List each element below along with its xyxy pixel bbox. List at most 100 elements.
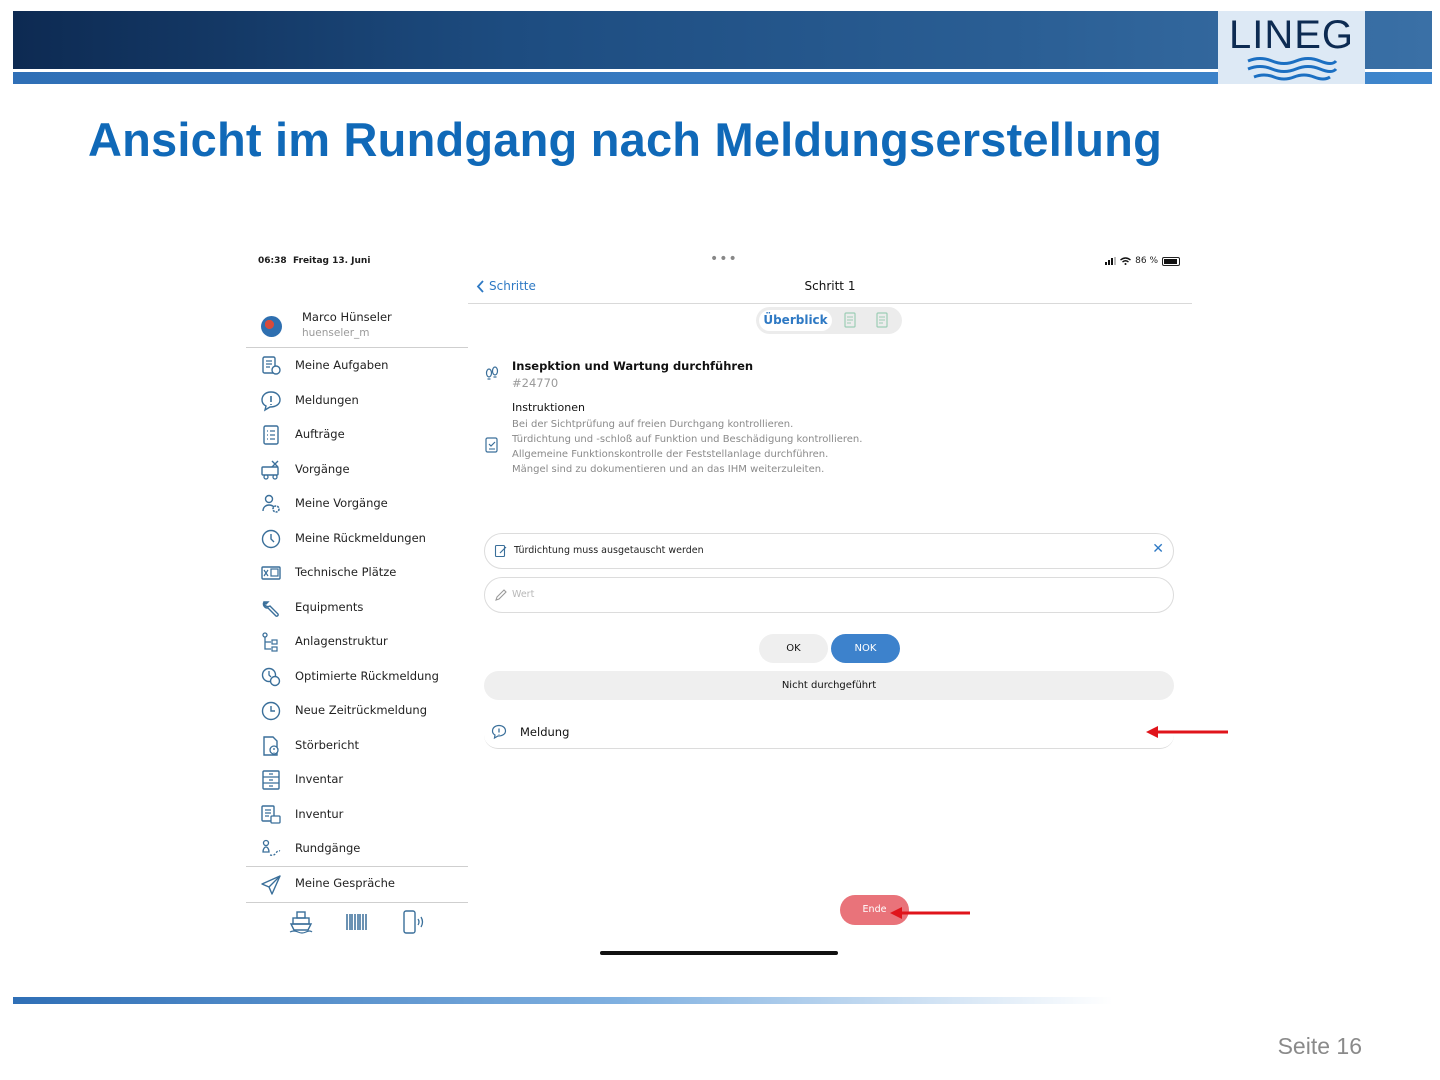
annotation-arrow-ende bbox=[890, 907, 970, 919]
sidebar-item-meine-aufgaben[interactable]: Meine Aufgaben bbox=[246, 348, 468, 383]
sidebar-item-label: Equipments bbox=[295, 599, 364, 614]
ok-button[interactable]: OK bbox=[759, 634, 828, 663]
instruction-line: Allgemeine Funktionskontrolle der Festst… bbox=[512, 449, 829, 460]
sidebar-item-label: Rundgänge bbox=[295, 841, 361, 856]
sidebar-item-anlagenstruktur[interactable]: Anlagenstruktur bbox=[246, 624, 468, 659]
checklist-document-icon bbox=[485, 437, 498, 453]
lineg-logo: LINEG bbox=[1218, 11, 1365, 84]
status-bar: 06:38 Freitag 13. Juni ••• 86 % bbox=[246, 248, 1192, 272]
status-indicators: 86 % bbox=[1105, 256, 1180, 266]
note-input-value: Türdichtung muss ausgetauscht werden bbox=[514, 545, 704, 556]
sidebar-item-label: Anlagenstruktur bbox=[295, 634, 388, 649]
tasks-icon bbox=[262, 356, 281, 375]
page-title: Schritt 1 bbox=[804, 279, 856, 293]
sidebar-item-label: Aufträge bbox=[295, 427, 345, 442]
document-icon[interactable] bbox=[874, 312, 890, 328]
sidebar-item-equipments[interactable]: Equipments bbox=[246, 590, 468, 625]
avatar bbox=[261, 316, 282, 337]
footer-line bbox=[13, 997, 1113, 1004]
battery-percentage: 86 % bbox=[1135, 256, 1158, 266]
multitasking-dots[interactable]: ••• bbox=[710, 251, 738, 267]
sidebar-item-label: Optimierte Rückmeldung bbox=[295, 668, 439, 683]
task-title: Insepktion und Wartung durchführen bbox=[512, 359, 754, 373]
sidebar-item-meine-gespraeche[interactable]: Meine Gespräche bbox=[246, 865, 468, 901]
user-profile[interactable]: Marco Hünseler huenseler_m bbox=[246, 298, 468, 348]
inventory-list-icon bbox=[261, 804, 281, 824]
speech-bubble-exclamation-icon bbox=[491, 724, 507, 740]
nok-button[interactable]: NOK bbox=[831, 634, 900, 663]
sidebar-item-meine-rueckmeldungen[interactable]: Meine Rückmeldungen bbox=[246, 521, 468, 556]
sidebar-item-label: Vorgänge bbox=[295, 461, 350, 476]
value-input-placeholder: Wert bbox=[512, 589, 535, 600]
sidebar-item-neue-zeitrueckmeldung[interactable]: Neue Zeitrückmeldung bbox=[246, 693, 468, 728]
sidebar-item-inventur[interactable]: Inventur bbox=[246, 797, 468, 832]
sidebar-item-label: Technische Plätze bbox=[295, 565, 397, 580]
not-done-button[interactable]: Nicht durchgeführt bbox=[484, 671, 1174, 700]
sidebar-item-label: Meldungen bbox=[295, 392, 359, 407]
walking-route-icon bbox=[262, 839, 281, 856]
edit-note-icon bbox=[494, 544, 507, 558]
pencil-icon bbox=[495, 589, 507, 601]
clear-icon[interactable]: ✕ bbox=[1152, 541, 1164, 557]
nfc-phone-icon[interactable] bbox=[401, 909, 427, 935]
clipboard-list-icon bbox=[263, 425, 279, 445]
paper-plane-icon bbox=[261, 874, 281, 895]
cabinet-icon bbox=[262, 770, 280, 790]
task-id: #24770 bbox=[512, 376, 559, 390]
value-input[interactable]: Wert bbox=[484, 577, 1174, 613]
person-gear-icon bbox=[262, 494, 280, 513]
document-alert-icon bbox=[263, 735, 279, 756]
document-icon[interactable] bbox=[842, 312, 858, 328]
sidebar-item-label: Neue Zeitrückmeldung bbox=[295, 703, 428, 718]
sidebar-item-meldungen[interactable]: Meldungen bbox=[246, 383, 468, 418]
instruction-line: Türdichtung und -schloß auf Funktion und… bbox=[512, 434, 863, 445]
page-number: Seite 16 bbox=[1277, 1033, 1362, 1059]
user-username: huenseler_m bbox=[302, 327, 370, 339]
clock-plus-icon bbox=[261, 701, 281, 721]
battery-icon bbox=[1162, 256, 1180, 266]
sidebar-item-label: Inventar bbox=[295, 772, 344, 787]
instructions-heading: Instruktionen bbox=[512, 401, 585, 414]
instruction-line: Mängel sind zu dokumentieren und an das … bbox=[512, 464, 825, 475]
sidebar-item-technische-plaetze[interactable]: Technische Plätze bbox=[246, 555, 468, 590]
sidebar: Marco Hünseler huenseler_m Meine Aufgabe… bbox=[246, 298, 468, 900]
sidebar-item-stoerbericht[interactable]: Störbericht bbox=[246, 728, 468, 763]
user-name: Marco Hünseler bbox=[302, 310, 392, 324]
tree-structure-icon bbox=[262, 632, 278, 652]
sidebar-item-label: Meine Rückmeldungen bbox=[295, 530, 426, 545]
logo-waves-icon bbox=[1246, 56, 1337, 80]
sidebar-item-label: Meine Vorgänge bbox=[295, 496, 388, 511]
sidebar-item-label: Inventur bbox=[295, 806, 344, 821]
sidebar-item-meine-vorgaenge[interactable]: Meine Vorgänge bbox=[246, 486, 468, 521]
slide-title: Ansicht im Rundgang nach Meldungserstell… bbox=[88, 113, 1162, 166]
speech-bubble-exclamation-icon bbox=[261, 390, 281, 411]
note-input[interactable]: Türdichtung muss ausgetauscht werden ✕ bbox=[484, 533, 1174, 569]
clock-icon bbox=[261, 529, 281, 548]
wifi-icon bbox=[1120, 257, 1132, 265]
instructions-text: Bei der Sichtprüfung auf freien Durchgan… bbox=[512, 417, 862, 477]
barcode-icon[interactable] bbox=[344, 909, 370, 935]
sidebar-bottom-toolbar bbox=[246, 902, 468, 942]
clock-refresh-icon bbox=[261, 667, 281, 686]
signal-icon bbox=[1105, 257, 1117, 265]
ship-icon[interactable] bbox=[288, 909, 314, 935]
status-time: 06:38 Freitag 13. Juni bbox=[258, 256, 371, 266]
sidebar-item-vorgaenge[interactable]: Vorgänge bbox=[246, 452, 468, 487]
sidebar-item-inventar[interactable]: Inventar bbox=[246, 762, 468, 797]
annotation-arrow-meldung bbox=[1146, 726, 1228, 738]
sidebar-item-rundgaenge[interactable]: Rundgänge bbox=[246, 831, 468, 866]
sidebar-item-label: Störbericht bbox=[295, 737, 359, 752]
tab-ueberblick[interactable]: Überblick bbox=[759, 310, 832, 331]
wrench-icon bbox=[262, 600, 279, 617]
detail-nav-bar: Schritte Schritt 1 bbox=[468, 272, 1192, 304]
machine-location-icon bbox=[261, 566, 281, 580]
sidebar-item-auftraege[interactable]: Aufträge bbox=[246, 417, 468, 452]
sidebar-item-optimierte-rueckmeldung[interactable]: Optimierte Rückmeldung bbox=[246, 659, 468, 694]
home-indicator[interactable] bbox=[600, 951, 838, 955]
truck-tools-icon bbox=[261, 460, 279, 480]
sidebar-item-label: Meine Gespräche bbox=[295, 876, 395, 891]
footsteps-icon bbox=[485, 366, 499, 380]
meldung-row[interactable]: Meldung bbox=[484, 715, 1174, 749]
instruction-line: Bei der Sichtprüfung auf freien Durchgan… bbox=[512, 419, 794, 430]
logo-text: LINEG bbox=[1228, 12, 1355, 57]
